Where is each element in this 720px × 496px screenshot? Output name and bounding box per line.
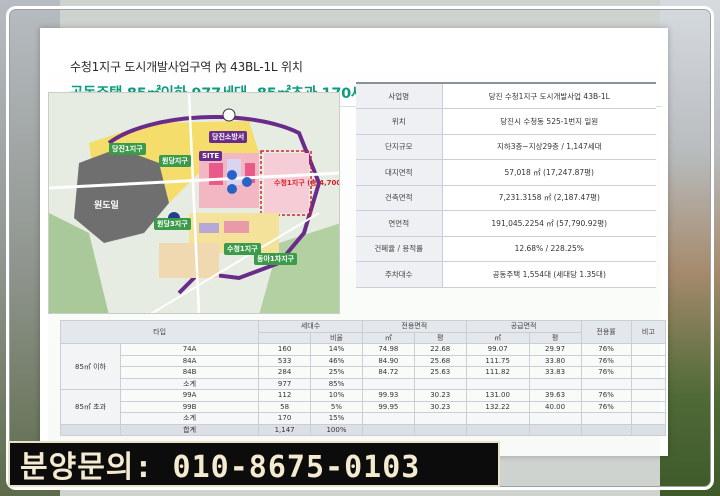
photo-frame — [6, 6, 714, 490]
contact-text: 분양문의: 010-8675-0103 — [20, 450, 421, 485]
contact-banner: 분양문의: 010-8675-0103 — [8, 441, 500, 487]
